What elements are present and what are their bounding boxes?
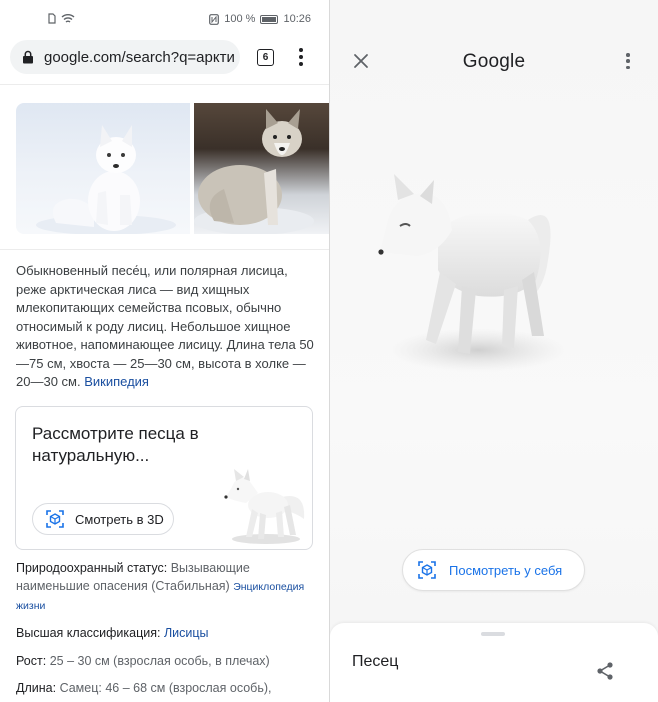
sheet-title: Песец <box>352 653 399 670</box>
fox-image-1[interactable] <box>16 103 190 234</box>
fact-length-value: Самец: 46 – 68 см (взрослая особь), <box>59 681 272 695</box>
browser-pane: 100 % 10:26 google.com/search?q=арктичес… <box>0 0 329 702</box>
view-in-3d-label: Смотреть в 3D <box>75 511 164 527</box>
browser-menu-icon[interactable] <box>297 48 305 66</box>
clock: 10:26 <box>283 13 311 25</box>
fact-classification-link[interactable]: Лисицы <box>164 626 209 640</box>
viewer-title: Google <box>462 51 526 72</box>
share-icon[interactable] <box>595 661 615 681</box>
battery-percent: 100 % <box>224 13 256 25</box>
fact-conservation-label: Природоохранный статус: <box>16 561 168 575</box>
view-in-3d-button[interactable]: Смотреть в 3D <box>32 503 174 535</box>
tab-switcher-button[interactable]: 6 <box>257 49 274 66</box>
lock-icon <box>23 50 33 64</box>
fact-height: Рост: 25 – 30 см (взрослая особь, в плеч… <box>16 652 321 670</box>
fact-conservation: Природоохранный статус: Вызывающие наиме… <box>16 559 321 615</box>
nfc-icon <box>209 13 220 25</box>
description-text: Обыкновенный песе́ц, или полярная лисица… <box>16 263 314 389</box>
toolbar-divider <box>0 84 329 85</box>
wifi-icon <box>61 14 75 23</box>
fox-image-2[interactable] <box>194 103 329 234</box>
view-in-your-space-button[interactable]: Посмотреть у себя <box>402 549 585 591</box>
view-3d-title: Рассмотрите песца в натуральную... <box>32 424 199 465</box>
fact-classification: Высшая классификация: Лисицы <box>16 624 321 642</box>
cube-3d-icon <box>46 510 64 528</box>
address-bar[interactable]: google.com/search?q=арктический песец <box>10 40 240 74</box>
viewer-3d-pane: Google Посмотреть у себя Песец <box>330 0 658 702</box>
fact-height-value: 25 – 30 см (взрослая особь, в плечах) <box>49 654 270 668</box>
view-in-your-space-label: Посмотреть у себя <box>449 562 563 578</box>
ar-cube-icon <box>418 561 436 579</box>
fact-length: Длина: Самец: 46 – 68 см (взрослая особь… <box>16 679 321 697</box>
sheet-drag-handle[interactable] <box>481 632 505 636</box>
fact-height-label: Рост: <box>16 654 47 668</box>
fox-3d-thumbnail <box>224 469 305 544</box>
view-3d-card[interactable]: Рассмотрите песца в натуральную... Смотр… <box>15 406 313 550</box>
status-bar: 100 % 10:26 <box>0 0 329 36</box>
fact-classification-label: Высшая классификация: <box>16 626 161 640</box>
fox-3d-model[interactable] <box>368 160 608 385</box>
wikipedia-link[interactable]: Википедия <box>84 374 149 389</box>
url-text[interactable]: google.com/search?q=арктический песец <box>44 49 234 66</box>
bottom-sheet[interactable]: Песец <box>330 623 658 702</box>
section-divider <box>0 249 329 250</box>
fact-length-label: Длина: <box>16 681 57 695</box>
viewer-menu-icon[interactable] <box>625 53 631 69</box>
sim-icon <box>48 13 56 24</box>
knowledge-description: Обыкновенный песе́ц, или полярная лисица… <box>16 262 316 392</box>
battery-icon <box>260 14 279 24</box>
